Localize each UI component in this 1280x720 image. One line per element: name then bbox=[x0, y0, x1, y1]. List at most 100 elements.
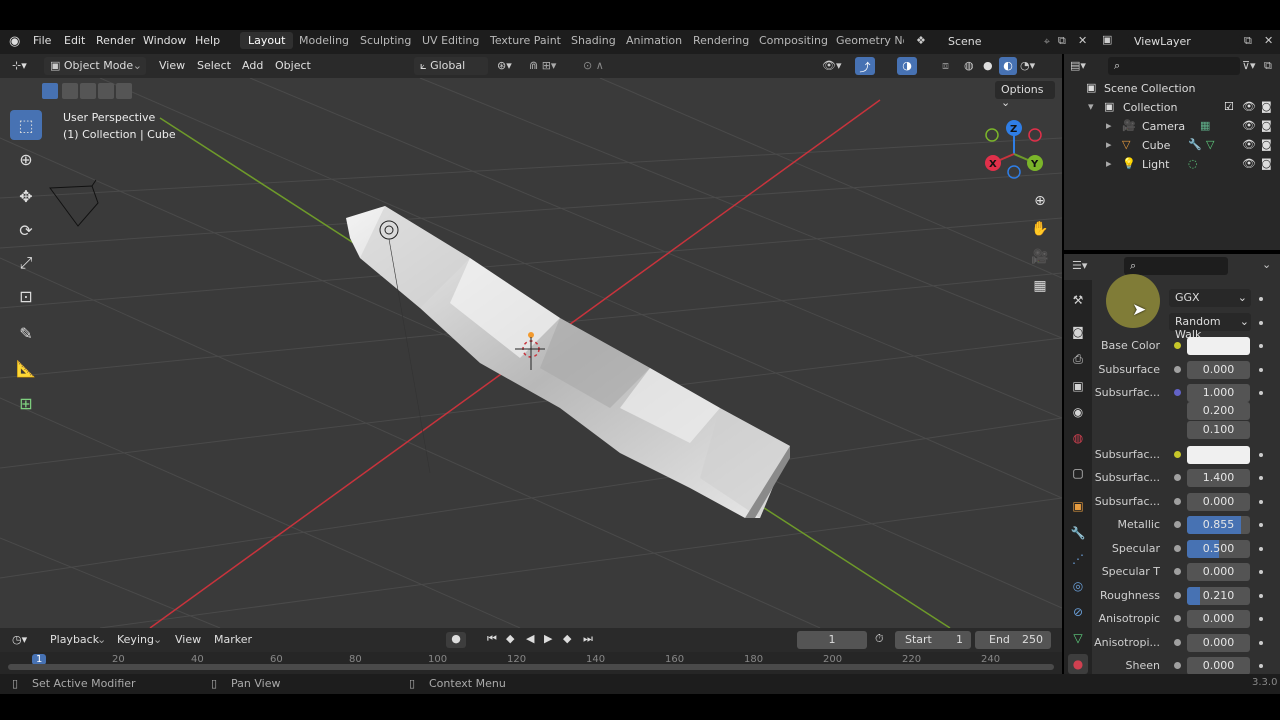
keyframe-dot[interactable] bbox=[1259, 297, 1263, 301]
keyframe-dot[interactable] bbox=[1259, 547, 1263, 551]
keyframe-dot[interactable] bbox=[1259, 368, 1263, 372]
add-cube-tool[interactable]: ⊞ bbox=[10, 388, 42, 418]
pin-icon[interactable]: ⌖ bbox=[1044, 35, 1050, 49]
jump-end-icon[interactable]: ⏭ bbox=[583, 632, 593, 646]
xray-icon[interactable]: ⧈ bbox=[942, 59, 949, 73]
distribution-select[interactable]: GGX ⌄ bbox=[1169, 289, 1251, 307]
socket-icon[interactable] bbox=[1174, 592, 1181, 599]
object-mode-select[interactable]: ▣ Object Mode ⌄ bbox=[44, 57, 146, 75]
expand-icon[interactable]: ▸ bbox=[1106, 157, 1112, 170]
play-reverse-icon[interactable]: ◀ bbox=[526, 632, 534, 645]
keyframe-dot[interactable] bbox=[1259, 641, 1263, 645]
menu-edit[interactable]: Edit bbox=[64, 34, 85, 47]
eye-icon[interactable]: 👁 bbox=[1242, 119, 1256, 132]
socket-icon[interactable] bbox=[1174, 521, 1181, 528]
transform-orientation-select[interactable]: ⟀ Global bbox=[414, 57, 488, 75]
material-row-value[interactable]: 0.000 bbox=[1187, 563, 1250, 581]
camera-render-icon[interactable]: ◙ bbox=[1261, 138, 1272, 151]
expand-icon[interactable]: ▸ bbox=[1106, 119, 1112, 132]
wrench-icon[interactable]: 🔧 bbox=[1188, 138, 1202, 151]
rendered-shading-icon[interactable]: ◔▾ bbox=[1020, 59, 1035, 72]
keyframe-dot[interactable] bbox=[1259, 570, 1263, 574]
camera-render-icon[interactable]: ◙ bbox=[1261, 157, 1272, 170]
keyframe-dot[interactable] bbox=[1259, 344, 1263, 348]
zoom-icon[interactable]: ⊕ bbox=[1028, 189, 1052, 213]
proportional-edit-icon[interactable]: ⊙ ∧ bbox=[583, 59, 604, 72]
camera-data-icon[interactable]: ▦ bbox=[1200, 119, 1210, 132]
keyframe-dot[interactable] bbox=[1259, 594, 1263, 598]
new-collection-icon[interactable]: ⧉ bbox=[1264, 59, 1272, 73]
menu-playback[interactable]: Playback bbox=[50, 633, 99, 646]
next-keyframe-icon[interactable]: ◆ bbox=[563, 632, 571, 645]
snap-icon[interactable]: ⋒ ⊞▾ bbox=[529, 59, 556, 72]
properties-search[interactable]: ⌕ bbox=[1124, 257, 1228, 275]
tab-sculpting[interactable]: Sculpting bbox=[360, 34, 411, 47]
tool-tab-icon[interactable]: ⚒ bbox=[1068, 290, 1088, 310]
socket-icon[interactable] bbox=[1174, 474, 1181, 481]
keyframe-dot[interactable] bbox=[1259, 453, 1263, 457]
visibility-icon[interactable]: 👁▾ bbox=[822, 59, 842, 72]
material-row-value[interactable]: 0.210 bbox=[1187, 587, 1250, 605]
timeline-ruler[interactable]: 1 20 40 60 80 100 120 140 160 180 200 220 240 bbox=[0, 652, 1062, 674]
editor-type-icon[interactable]: ⊹▾ bbox=[12, 59, 27, 72]
menu-select[interactable]: Select bbox=[197, 59, 231, 72]
menu-marker[interactable]: Marker bbox=[214, 633, 252, 646]
blender-logo-icon[interactable]: ◉ bbox=[9, 34, 20, 49]
menu-file[interactable]: File bbox=[33, 34, 51, 47]
outliner-item-camera[interactable]: ▸ 🎥 Camera ▦ 👁 ◙ bbox=[1064, 118, 1280, 137]
color-swatch[interactable] bbox=[1187, 337, 1250, 355]
chevron-down-icon[interactable]: ⌄ bbox=[1262, 258, 1271, 271]
filter-icon[interactable]: ⊽▾ bbox=[1242, 59, 1256, 72]
keyframe-dot[interactable] bbox=[1259, 664, 1263, 668]
keyframe-dot[interactable] bbox=[1259, 321, 1263, 325]
color-swatch[interactable] bbox=[1187, 446, 1250, 464]
play-icon[interactable]: ▶ bbox=[544, 632, 552, 645]
menu-window[interactable]: Window bbox=[143, 34, 186, 47]
subsurface-method-select[interactable]: Random Walk ⌄ bbox=[1169, 313, 1251, 341]
menu-timeline-view[interactable]: View bbox=[175, 633, 201, 646]
material-row-value[interactable]: 1.000 bbox=[1187, 384, 1250, 402]
measure-tool[interactable]: 📐 bbox=[10, 353, 42, 383]
tab-uv-editing[interactable]: UV Editing bbox=[422, 34, 479, 47]
material-shading-icon[interactable]: ◐ bbox=[999, 57, 1017, 75]
tab-geometry-nodes[interactable]: Geometry Noc bbox=[836, 34, 904, 47]
navigation-gizmo[interactable]: Z Y X bbox=[980, 118, 1050, 188]
delete-view-layer-icon[interactable]: ✕ bbox=[1264, 34, 1273, 47]
keyframe-dot[interactable] bbox=[1259, 617, 1263, 621]
material-row-value[interactable]: 0.200 bbox=[1187, 402, 1250, 420]
select-subtract-icon[interactable] bbox=[80, 83, 96, 99]
properties-editor-icon[interactable]: ☰▾ bbox=[1072, 259, 1087, 272]
menu-add[interactable]: Add bbox=[242, 59, 263, 72]
select-extend-icon[interactable] bbox=[62, 83, 78, 99]
outliner-item-cube[interactable]: ▸ ▽ Cube 🔧 ▽ 👁 ◙ bbox=[1064, 137, 1280, 156]
transform-tool[interactable]: ⊡ bbox=[10, 281, 42, 311]
outliner-editor-icon[interactable]: ▤▾ bbox=[1070, 59, 1086, 72]
tab-modeling[interactable]: Modeling bbox=[299, 34, 349, 47]
world-tab-icon[interactable]: ◍ bbox=[1068, 428, 1088, 448]
expand-icon[interactable]: ▸ bbox=[1106, 138, 1112, 151]
current-frame-field[interactable]: 1 bbox=[797, 631, 867, 649]
new-view-layer-icon[interactable]: ⧉ bbox=[1244, 34, 1252, 48]
socket-icon[interactable] bbox=[1174, 615, 1181, 622]
material-row-value[interactable]: 0.000 bbox=[1187, 610, 1250, 628]
camera-render-icon[interactable]: ◙ bbox=[1261, 119, 1272, 132]
material-row-value[interactable]: 0.100 bbox=[1187, 421, 1250, 439]
outliner-search[interactable]: ⌕ bbox=[1108, 57, 1240, 75]
keyframe-dot[interactable] bbox=[1259, 523, 1263, 527]
material-row-value[interactable]: 0.000 bbox=[1187, 634, 1250, 652]
outliner-scene-collection[interactable]: ▣ Scene Collection bbox=[1064, 80, 1280, 99]
twisted-cube-mesh[interactable] bbox=[346, 206, 790, 518]
material-row-value[interactable]: 1.400 bbox=[1187, 469, 1250, 487]
socket-icon[interactable] bbox=[1174, 389, 1181, 396]
view-layer-field[interactable]: ViewLayer bbox=[1128, 33, 1240, 51]
light-data-icon[interactable]: ◌ bbox=[1188, 157, 1198, 170]
menu-keying[interactable]: Keying bbox=[117, 633, 154, 646]
end-frame-field[interactable]: End 250 bbox=[975, 631, 1051, 649]
wireframe-shading-icon[interactable]: ◍ bbox=[964, 59, 974, 72]
material-row-value[interactable]: 0.000 bbox=[1187, 657, 1250, 675]
scene-tab-icon[interactable]: ◉ bbox=[1068, 402, 1088, 422]
material-row-value[interactable]: 0.500 bbox=[1187, 540, 1250, 558]
eye-icon[interactable]: 👁 bbox=[1242, 100, 1256, 113]
view-layer-icon[interactable]: ▣ bbox=[1102, 33, 1112, 46]
collapse-icon[interactable]: ▾ bbox=[1088, 100, 1094, 113]
